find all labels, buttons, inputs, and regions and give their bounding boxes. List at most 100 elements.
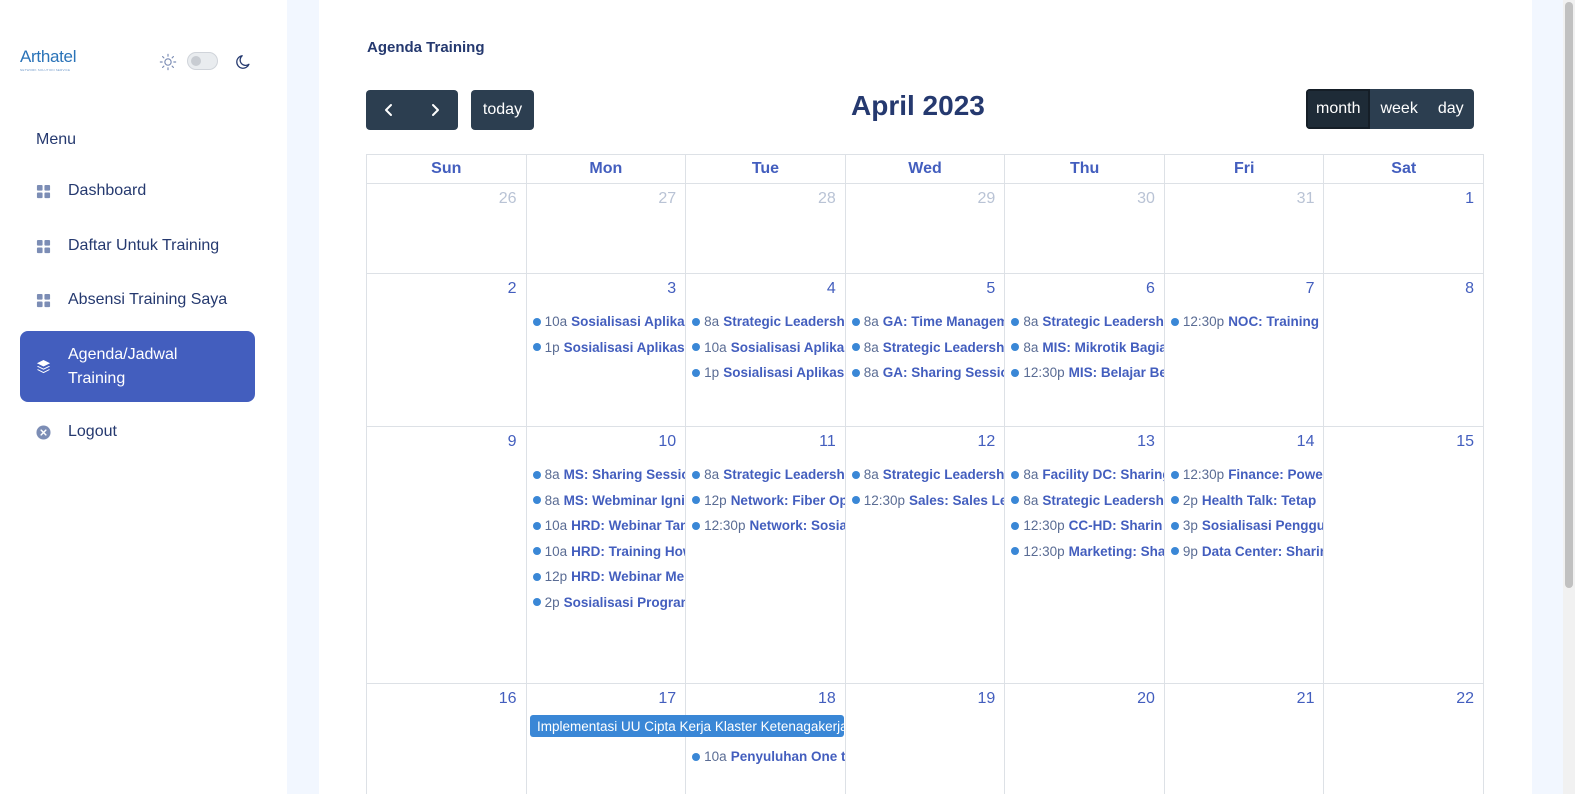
- calendar-event[interactable]: 10a HRD: Training How: [532, 539, 685, 565]
- calendar-event[interactable]: 8a Strategic Leadership: [851, 462, 1004, 488]
- calendar-event[interactable]: 8aGA: Time Management: [851, 309, 1004, 335]
- calendar-event[interactable]: 8a Strategic Leadership: [1011, 309, 1164, 335]
- day-number[interactable]: 14: [1297, 433, 1315, 451]
- sidebar-item-agenda[interactable]: Agenda/Jadwal Training: [20, 331, 255, 402]
- theme-toggle-switch[interactable]: [187, 52, 218, 70]
- next-button[interactable]: [412, 90, 458, 130]
- day-cell[interactable]: 28: [686, 184, 846, 273]
- calendar-event[interactable]: 12:30p NOC: Training: [1170, 309, 1324, 335]
- day-cell[interactable]: 2: [367, 274, 527, 426]
- day-cell[interactable]: 21: [1165, 684, 1325, 794]
- day-number[interactable]: 22: [1456, 690, 1474, 708]
- day-number[interactable]: 6: [1146, 280, 1155, 298]
- day-number[interactable]: 7: [1306, 280, 1315, 298]
- day-cell[interactable]: 13 8a Facility DC: Sharing 8a Strategic Lead…: [1005, 427, 1165, 683]
- day-cell[interactable]: 26: [367, 184, 527, 273]
- sidebar-item-logout[interactable]: Logout: [20, 410, 255, 454]
- day-number[interactable]: 27: [658, 190, 676, 208]
- calendar-event[interactable]: 12:30p Marketing: Sha: [1011, 539, 1164, 565]
- day-cell[interactable]: 15: [1324, 427, 1485, 683]
- day-number[interactable]: 31: [1297, 190, 1315, 208]
- day-number[interactable]: 9: [508, 433, 517, 451]
- day-number[interactable]: 26: [499, 190, 517, 208]
- day-cell[interactable]: 8: [1324, 274, 1485, 426]
- calendar-event[interactable]: 8a MS: Webminar Igni: [532, 488, 686, 514]
- day-number[interactable]: 15: [1456, 433, 1474, 451]
- calendar-event[interactable]: 12:30p Sales: Sales Le: [851, 488, 1004, 514]
- calendar-event[interactable]: 12p HRD: Webinar Me: [532, 564, 686, 590]
- sidebar-item-absensi[interactable]: Absensi Training Saya: [20, 278, 255, 322]
- today-button[interactable]: today: [471, 90, 534, 130]
- multi-day-event[interactable]: 9aImplementasi UU Cipta Kerja Klaster Ke…: [530, 715, 844, 737]
- day-number[interactable]: 29: [978, 190, 996, 208]
- calendar-event[interactable]: 1p Sosialisasi Aplikasi: [692, 360, 845, 386]
- calendar-event[interactable]: 8a Strategic Leadership: [692, 462, 845, 488]
- calendar-event[interactable]: 12p Network: Fiber Op: [692, 488, 845, 514]
- calendar-event[interactable]: 10a Sosialisasi Aplikasi: [532, 309, 685, 335]
- day-cell[interactable]: 30: [1005, 184, 1165, 273]
- day-number[interactable]: 17: [658, 690, 676, 708]
- day-number[interactable]: 11: [819, 433, 836, 451]
- day-number[interactable]: 21: [1297, 690, 1315, 708]
- calendar-event[interactable]: 3p Sosialisasi Penggun: [1170, 513, 1323, 539]
- day-view-button[interactable]: day: [1427, 89, 1474, 129]
- day-cell[interactable]: 17: [527, 684, 687, 794]
- day-cell[interactable]: 4 8a Strategic Leadership 10a Sosialisasi Ap…: [686, 274, 846, 426]
- calendar-event[interactable]: 12:30p Finance: Powe: [1170, 462, 1324, 488]
- day-number[interactable]: 28: [818, 190, 836, 208]
- calendar-event[interactable]: 8a Facility DC: Sharing: [1011, 462, 1164, 488]
- day-number[interactable]: 30: [1137, 190, 1155, 208]
- day-cell[interactable]: 3 10a Sosialisasi Aplikasi 1p Sosialisasi Ap…: [527, 274, 687, 426]
- day-number[interactable]: 8: [1465, 280, 1474, 298]
- day-number[interactable]: 20: [1137, 690, 1155, 708]
- day-cell[interactable]: 7 12:30p NOC: Training: [1165, 274, 1325, 426]
- calendar-event[interactable]: 2p Health Talk: Tetap: [1170, 488, 1324, 514]
- day-cell[interactable]: 18 10a Penyuluhan One t: [686, 684, 846, 794]
- day-cell[interactable]: 10 8a MS: Sharing Session 8a MS: Webminar Ig…: [527, 427, 687, 683]
- day-cell[interactable]: 29: [846, 184, 1006, 273]
- page-scrollbar[interactable]: [1563, 0, 1575, 794]
- calendar-event[interactable]: 12:30p MIS: Belajar Be: [1011, 360, 1164, 386]
- day-number[interactable]: 16: [499, 690, 517, 708]
- week-view-button[interactable]: week: [1370, 89, 1428, 129]
- sidebar-item-dashboard[interactable]: Dashboard: [20, 169, 255, 213]
- day-cell[interactable]: 5 8aGA: Time Management8aStrategic Leader…: [846, 274, 1006, 426]
- day-number[interactable]: 18: [818, 690, 836, 708]
- calendar-event[interactable]: 10a HRD: Webinar Tan: [532, 513, 685, 539]
- day-cell[interactable]: 22: [1324, 684, 1485, 794]
- calendar-event[interactable]: 10a Penyuluhan One t: [692, 744, 845, 770]
- prev-button[interactable]: [366, 90, 412, 130]
- calendar-event[interactable]: 8a Strategic Leadership: [692, 309, 845, 335]
- calendar-event[interactable]: 10a Sosialisasi Aplikasi: [692, 335, 845, 361]
- day-cell[interactable]: 20: [1005, 684, 1165, 794]
- day-number[interactable]: 12: [978, 433, 996, 451]
- day-cell[interactable]: 14 12:30p Finance: Powe 2p Health Talk: Teta…: [1165, 427, 1325, 683]
- day-cell[interactable]: 1: [1324, 184, 1485, 273]
- calendar-event[interactable]: 8a Strategic Leadership: [851, 335, 1004, 361]
- day-number[interactable]: 13: [1137, 433, 1155, 451]
- day-cell[interactable]: 12 8a Strategic Leadership 12:30p Sales: Sal…: [846, 427, 1006, 683]
- day-number[interactable]: 3: [667, 280, 676, 298]
- day-number[interactable]: 19: [978, 690, 996, 708]
- scrollbar-thumb[interactable]: [1565, 2, 1573, 588]
- calendar-event[interactable]: 9p Data Center: Sharin: [1170, 539, 1323, 565]
- sidebar-item-daftar-training[interactable]: Daftar Untuk Training: [20, 224, 255, 268]
- calendar-event[interactable]: 2p Sosialisasi Program: [532, 590, 685, 616]
- day-number[interactable]: 2: [508, 280, 517, 298]
- month-view-button[interactable]: month: [1306, 89, 1371, 129]
- day-cell[interactable]: 19: [846, 684, 1006, 794]
- calendar-event[interactable]: 12:30p Network: Sosia: [692, 513, 845, 539]
- day-number[interactable]: 4: [827, 280, 836, 298]
- arthatel-logo[interactable]: Arthatel NETWORK SOLUTION SERVICE: [20, 48, 84, 74]
- calendar-event[interactable]: 1p Sosialisasi Aplikasi: [532, 335, 685, 361]
- day-cell[interactable]: 9: [367, 427, 527, 683]
- day-number[interactable]: 1: [1465, 190, 1474, 208]
- day-cell[interactable]: 31: [1165, 184, 1325, 273]
- day-cell[interactable]: 27: [527, 184, 687, 273]
- day-number[interactable]: 5: [986, 280, 995, 298]
- day-cell[interactable]: 16: [367, 684, 527, 794]
- calendar-event[interactable]: 12:30p CC-HD: Sharin: [1011, 513, 1164, 539]
- calendar-event[interactable]: 8a MS: Sharing Session: [532, 462, 685, 488]
- day-cell[interactable]: 6 8a Strategic Leadership 8a MIS: Mikrotik B…: [1005, 274, 1165, 426]
- calendar-event[interactable]: 8a GA: Sharing Session: [851, 360, 1004, 386]
